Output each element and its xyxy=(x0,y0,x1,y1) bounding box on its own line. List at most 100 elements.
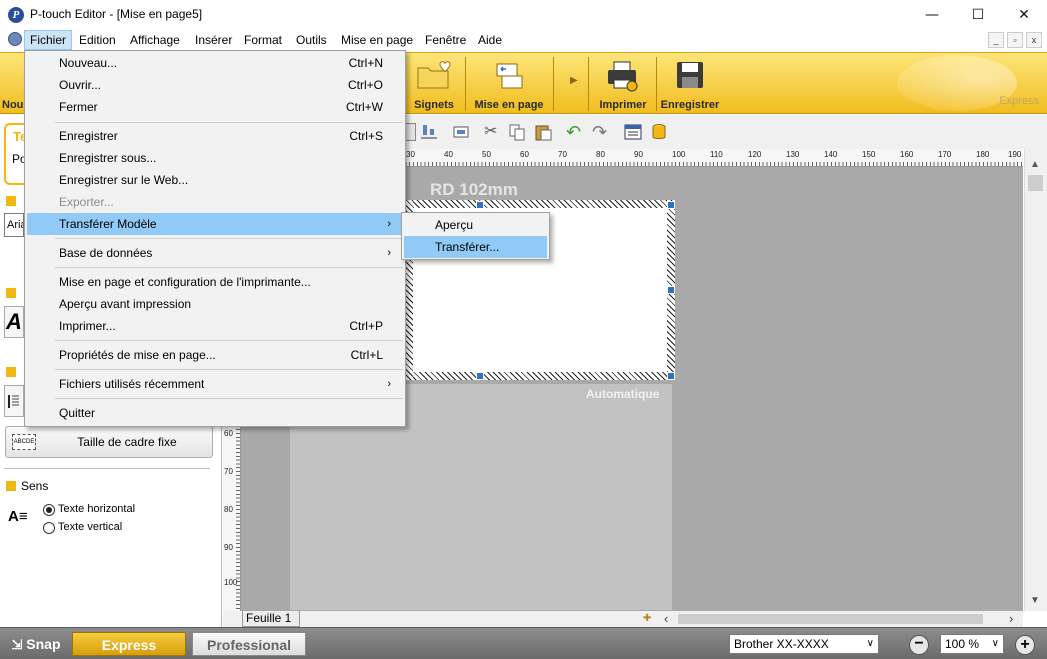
hscroll-thumb[interactable] xyxy=(678,614,983,624)
ribbon-imprimer-button[interactable]: Imprimer xyxy=(592,57,654,113)
ruler-label: 110 xyxy=(710,150,723,159)
ruler-label: 140 xyxy=(824,150,838,159)
table-icon[interactable] xyxy=(624,123,642,141)
scroll-left-icon[interactable]: ‹ xyxy=(664,611,668,626)
zoom-value: 100 % xyxy=(945,637,980,651)
ribbon-mise-en-page-button[interactable]: Mise en page xyxy=(468,57,550,113)
ruler-label: 40 xyxy=(444,150,453,159)
cut-icon[interactable]: ✂ xyxy=(484,123,502,141)
menu-separator xyxy=(55,340,403,341)
mdi-close-button[interactable]: x xyxy=(1026,32,1042,48)
snap-button[interactable]: ⇲ Snap xyxy=(6,632,66,656)
document-icon[interactable] xyxy=(8,32,22,46)
menu-inserer[interactable]: Insérer xyxy=(190,30,237,50)
new-sheet-icon[interactable]: ✚ xyxy=(643,613,651,624)
menu-edition[interactable]: Edition xyxy=(74,30,121,50)
direction-title: Sens xyxy=(21,479,49,493)
ruler-label: 170 xyxy=(938,150,952,159)
close-button[interactable]: ✕ xyxy=(1001,0,1047,30)
menu-item-transferer-modele[interactable]: Transférer Modèle › xyxy=(27,213,403,235)
fixed-frame-size-button[interactable]: ABCDE Taille de cadre fixe xyxy=(5,426,213,458)
menu-mise-en-page[interactable]: Mise en page xyxy=(336,30,418,50)
zoom-select[interactable]: 100 % ∨ xyxy=(940,634,1004,654)
database-icon[interactable] xyxy=(650,123,668,141)
ruler-label: 100 xyxy=(672,150,686,159)
menu-item-ouvrir[interactable]: Ouvrir... Ctrl+O xyxy=(27,74,403,96)
menu-item-enregistrer[interactable]: Enregistrer Ctrl+S xyxy=(27,125,403,147)
radio-horizontal[interactable] xyxy=(43,504,55,516)
distribute-icon[interactable] xyxy=(420,123,438,141)
status-bar: ⇲ Snap Express Professional Brother XX-X… xyxy=(0,627,1047,659)
radio-vertical[interactable] xyxy=(43,522,55,534)
text-style-icon[interactable]: A xyxy=(4,306,24,338)
divider xyxy=(4,468,210,469)
file-menu: Nouveau... Ctrl+N Ouvrir... Ctrl+O Fermer C… xyxy=(24,50,406,427)
menu-outils[interactable]: Outils xyxy=(291,30,332,50)
menu-format[interactable]: Format xyxy=(239,30,287,50)
menu-aide[interactable]: Aide xyxy=(473,30,507,50)
resize-handle[interactable] xyxy=(667,201,675,209)
section-marker xyxy=(6,481,16,491)
ribbon-new-button[interactable]: Nou xyxy=(2,57,26,113)
menu-item-fermer[interactable]: Fermer Ctrl+W xyxy=(27,96,403,118)
menu-fenetre[interactable]: Fenêtre xyxy=(420,30,471,50)
menu-item-base-de-donnees[interactable]: Base de données › xyxy=(27,242,403,264)
scroll-right-icon[interactable]: › xyxy=(1009,611,1013,626)
ruler-label: 30 xyxy=(406,150,415,159)
minimize-button[interactable]: — xyxy=(909,0,955,30)
menu-separator xyxy=(55,238,403,239)
menu-item-fichiers-recents[interactable]: Fichiers utilisés récemment › xyxy=(27,373,403,395)
copy-icon[interactable] xyxy=(508,123,526,141)
printer-select-value: Brother XX-XXXX xyxy=(734,637,829,651)
arrange-icon[interactable] xyxy=(452,123,470,141)
submenu-item-apercu[interactable]: Aperçu xyxy=(404,214,547,236)
menu-item-apercu-impression[interactable]: Aperçu avant impression xyxy=(27,293,403,315)
menu-item-imprimer[interactable]: Imprimer... Ctrl+P xyxy=(27,315,403,337)
zoom-in-button[interactable]: + xyxy=(1015,635,1035,655)
menu-item-enregistrer-web[interactable]: Enregistrer sur le Web... xyxy=(27,169,403,191)
ribbon-enregistrer-button[interactable]: Enregistrer xyxy=(658,57,722,113)
maximize-button[interactable]: ☐ xyxy=(955,0,1001,30)
auto-length-label: Automatique xyxy=(586,387,660,401)
ruler-label: 90 xyxy=(634,150,643,159)
menu-separator xyxy=(55,369,403,370)
ruler-label: 60 xyxy=(224,429,233,438)
ribbon-signets-button[interactable]: Signets xyxy=(406,57,462,113)
menu-fichier[interactable]: Fichier xyxy=(24,30,73,50)
ribbon-separator xyxy=(465,57,466,111)
vertical-scrollbar[interactable]: ▲ ▼ xyxy=(1024,149,1047,611)
ruler-label: 180 xyxy=(976,150,990,159)
ruler-label: 120 xyxy=(748,150,762,159)
menu-item-enregistrer-sous[interactable]: Enregistrer sous... xyxy=(27,147,403,169)
mdi-restore-button[interactable]: ▫ xyxy=(1007,32,1023,48)
paste-icon[interactable] xyxy=(534,123,552,141)
font-combo[interactable]: Aria xyxy=(4,213,24,237)
mdi-minimize-button[interactable]: _ xyxy=(988,32,1004,48)
scroll-thumb[interactable] xyxy=(1028,175,1043,191)
alignment-icon[interactable] xyxy=(4,385,24,417)
resize-handle[interactable] xyxy=(476,201,484,209)
resize-handle[interactable] xyxy=(476,372,484,380)
scroll-up-icon[interactable]: ▲ xyxy=(1030,159,1040,170)
horizontal-scrollbar[interactable]: ✚ ‹ › xyxy=(223,611,1023,627)
resize-handle[interactable] xyxy=(667,286,675,294)
menu-separator xyxy=(55,267,403,268)
printer-select[interactable]: Brother XX-XXXX ∨ xyxy=(729,634,879,654)
undo-icon[interactable]: ↶ xyxy=(566,123,584,141)
menu-affichage[interactable]: Affichage xyxy=(125,30,185,50)
menu-item-nouveau[interactable]: Nouveau... Ctrl+N xyxy=(27,52,403,74)
menu-item-exporter: Exporter... xyxy=(59,195,114,209)
scroll-down-icon[interactable]: ▼ xyxy=(1030,595,1040,606)
resize-handle[interactable] xyxy=(667,372,675,380)
submenu-item-transferer[interactable]: Transférer... xyxy=(404,236,547,258)
zoom-out-button[interactable]: − xyxy=(909,635,929,655)
printer-icon xyxy=(608,61,638,92)
professional-mode-button[interactable]: Professional xyxy=(192,632,306,656)
redo-icon[interactable]: ↷ xyxy=(592,123,610,141)
sheet-tab[interactable]: Feuille 1 xyxy=(242,611,300,627)
ruler-label: 80 xyxy=(596,150,605,159)
menu-item-proprietes[interactable]: Propriétés de mise en page... Ctrl+L xyxy=(27,344,403,366)
menu-item-page-setup[interactable]: Mise en page et configuration de l'impri… xyxy=(27,271,403,293)
express-mode-button[interactable]: Express xyxy=(72,632,186,656)
menu-item-quitter[interactable]: Quitter xyxy=(27,402,403,424)
